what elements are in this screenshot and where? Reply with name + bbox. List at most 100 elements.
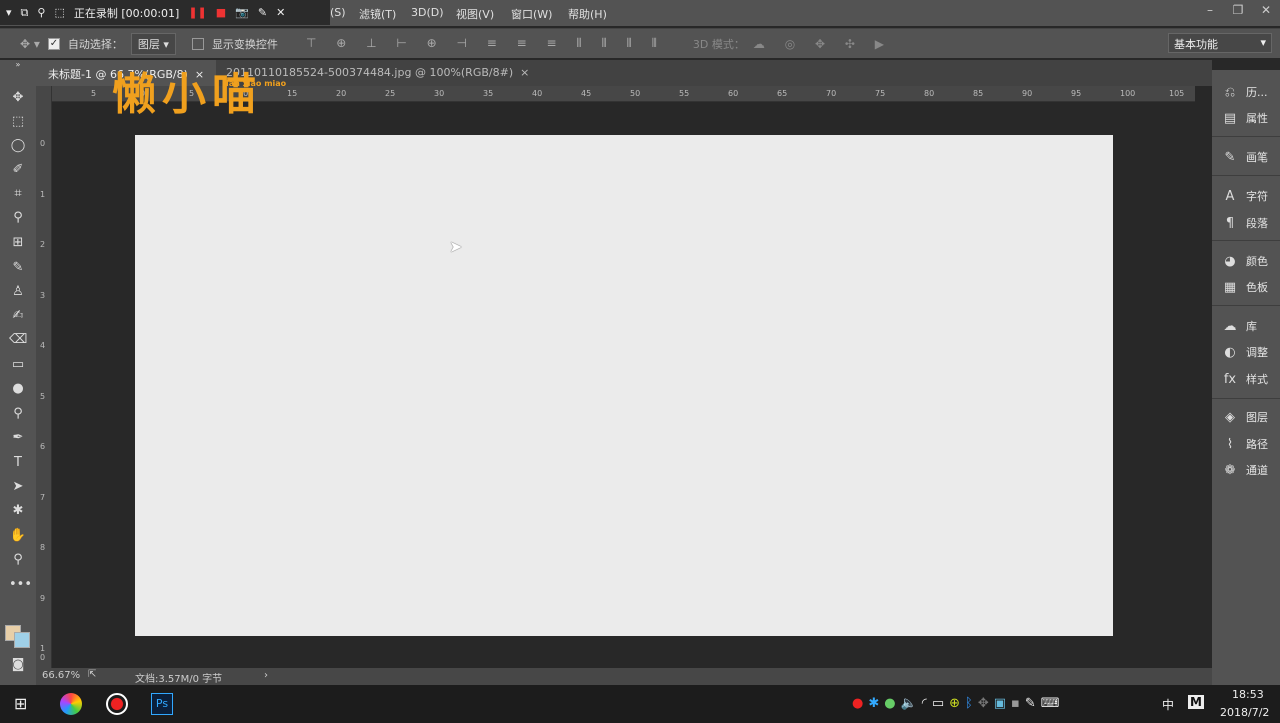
panel-paragraph[interactable]: ¶ 段落 bbox=[1222, 215, 1268, 231]
zoom-tool-icon[interactable]: ⚲ bbox=[9, 552, 27, 567]
volume-icon[interactable]: 🔈 bbox=[901, 696, 922, 711]
stamp-tool-icon[interactable]: ♙ bbox=[9, 284, 27, 299]
blur-tool-icon[interactable]: ● bbox=[9, 381, 27, 396]
menu-view[interactable]: 视图(V) bbox=[456, 6, 494, 22]
quick-select-tool-icon[interactable]: ✐ bbox=[9, 162, 27, 177]
ruler-tick-label: 80 bbox=[924, 89, 935, 98]
type-tool-icon[interactable]: T bbox=[9, 455, 27, 470]
doc-size: 文档:3.57M/0 字节 bbox=[135, 674, 223, 685]
more-tools-icon[interactable]: ••• bbox=[9, 577, 32, 592]
collapse-icon[interactable]: ▾ bbox=[6, 6, 12, 19]
restore-icon[interactable]: ❐ bbox=[1224, 0, 1252, 22]
network-icon[interactable]: ✥ bbox=[978, 696, 994, 711]
eraser-tool-icon[interactable]: ⌫ bbox=[9, 332, 27, 347]
show-transform-checkbox[interactable] bbox=[191, 37, 204, 50]
move-tool-icon[interactable]: ✥ ▾ bbox=[20, 37, 40, 51]
marquee-tool-icon[interactable]: ⬚ bbox=[9, 114, 27, 129]
panel-swatches[interactable]: ▦ 色板 bbox=[1222, 279, 1268, 295]
minimize-icon[interactable]: – bbox=[1196, 0, 1224, 22]
history-brush-tool-icon[interactable]: ✍ bbox=[9, 308, 27, 323]
stop-icon[interactable]: ■ bbox=[216, 6, 226, 19]
panel-color[interactable]: ◕ 颜色 bbox=[1222, 253, 1268, 269]
menu-help[interactable]: 帮助(H) bbox=[568, 6, 607, 22]
keyboard-icon[interactable]: ⌨ bbox=[1041, 696, 1065, 711]
app-icon[interactable] bbox=[60, 693, 82, 715]
ruler-tick-label: 60 bbox=[728, 89, 739, 98]
menu-filter[interactable]: 滤镜(T) bbox=[359, 6, 396, 22]
photoshop-app-icon[interactable]: Ps bbox=[151, 693, 173, 715]
zoom-level[interactable]: 66.67% bbox=[42, 670, 80, 681]
menu-select[interactable]: (S) bbox=[330, 6, 346, 19]
path-select-tool-icon[interactable]: ➤ bbox=[9, 479, 27, 494]
shape-tool-icon[interactable]: ✱ bbox=[9, 503, 27, 518]
panel-layers[interactable]: ◈ 图层 bbox=[1222, 409, 1268, 425]
wifi-icon[interactable]: ◜ bbox=[922, 696, 932, 711]
panel-properties[interactable]: ▤ 属性 bbox=[1222, 110, 1268, 126]
panel-dock: ⎌ 历... ▤ 属性 ✎ 画笔 A 字符 ¶ 段落 ◕ 颜色 ▦ 色板 ☁ 库 ◐ 调整 fx 样式 ◈ 图层 ⌇ 路径 ❁ 通… bbox=[1212, 70, 1280, 685]
gradient-tool-icon[interactable]: ▭ bbox=[9, 357, 27, 372]
panel-brush[interactable]: ✎ 画笔 bbox=[1222, 149, 1268, 165]
watermark-logo: 懒小喵 bbox=[112, 69, 262, 120]
ime-indicator[interactable]: 中 bbox=[1162, 696, 1174, 713]
battery-icon[interactable]: ▭ bbox=[932, 696, 949, 711]
region-icon[interactable]: ⬚ bbox=[54, 6, 64, 19]
app-tray-icon[interactable]: ✱ bbox=[868, 696, 884, 711]
panel-libraries[interactable]: ☁ 库 bbox=[1222, 318, 1258, 334]
hand-tool-icon[interactable]: ✋ bbox=[9, 528, 27, 543]
panel-label: 画笔 bbox=[1246, 151, 1268, 164]
close-window-icon[interactable]: ✕ bbox=[1252, 0, 1280, 22]
auto-select-checkbox[interactable]: ✓ bbox=[47, 37, 60, 50]
expand-icon[interactable]: » bbox=[9, 60, 27, 69]
left-ruler: 0 1 2 3 4 5 6 7 8 9 10 bbox=[36, 86, 52, 668]
auto-select-dropdown[interactable]: 图层 ▾ bbox=[130, 32, 176, 55]
close-tab-icon[interactable]: × bbox=[520, 66, 529, 79]
plus-tray-icon[interactable]: ⊕ bbox=[949, 696, 965, 711]
panel-paths[interactable]: ⌇ 路径 bbox=[1222, 436, 1268, 452]
display-icon[interactable]: ▣ bbox=[994, 696, 1011, 711]
panel-styles[interactable]: fx 样式 bbox=[1222, 371, 1268, 387]
window-icon[interactable]: ⧉ bbox=[21, 6, 29, 20]
wechat-icon[interactable]: ● bbox=[884, 696, 900, 711]
ruler-tick-label: 7 bbox=[40, 492, 46, 502]
close-icon[interactable]: ✕ bbox=[276, 6, 285, 19]
background-color[interactable] bbox=[14, 632, 30, 648]
monitor-icon[interactable]: ▪ bbox=[1011, 696, 1025, 711]
watermark-pinyin: lan xiao miao bbox=[226, 79, 287, 88]
export-icon[interactable]: ⇱ bbox=[88, 669, 96, 680]
move-tool-icon[interactable]: ✥ bbox=[9, 90, 27, 105]
record-tray-icon[interactable]: ● bbox=[852, 696, 868, 711]
bluetooth-icon[interactable]: ᛒ bbox=[965, 696, 978, 711]
workspace-dropdown[interactable]: 基本功能 ▾ bbox=[1168, 33, 1272, 53]
pen-tray-icon[interactable]: ✎ bbox=[1025, 696, 1041, 711]
panel-character[interactable]: A 字符 bbox=[1222, 188, 1268, 204]
pen-icon[interactable]: ✎ bbox=[258, 6, 267, 19]
pen-tool-icon[interactable]: ✒ bbox=[9, 430, 27, 445]
3d-mode-icons[interactable]: ☁ ◎ ✥ ✣ ▶ bbox=[753, 37, 892, 51]
pause-icon[interactable]: ❚❚ bbox=[188, 6, 206, 19]
quick-mask-icon[interactable]: ◙ bbox=[9, 657, 27, 672]
search-icon[interactable]: ⚲ bbox=[37, 6, 45, 19]
clock-date[interactable]: 2018/7/2 bbox=[1220, 706, 1269, 719]
crop-tool-icon[interactable]: ⌗ bbox=[9, 186, 27, 201]
camera-icon[interactable]: 📷 bbox=[235, 6, 249, 19]
dodge-tool-icon[interactable]: ⚲ bbox=[9, 406, 27, 421]
panel-channels[interactable]: ❁ 通道 bbox=[1222, 462, 1268, 478]
brush-tool-icon[interactable]: ✎ bbox=[9, 260, 27, 275]
clock-time[interactable]: 18:53 bbox=[1232, 688, 1264, 701]
healing-tool-icon[interactable]: ⊞ bbox=[9, 235, 27, 250]
recorder-app-icon[interactable] bbox=[106, 693, 128, 715]
menu-3d[interactable]: 3D(D) bbox=[411, 6, 444, 19]
windows-start-icon[interactable]: ⊞ bbox=[14, 694, 27, 713]
panel-history[interactable]: ⎌ 历... bbox=[1222, 84, 1268, 100]
panel-label: 通道 bbox=[1246, 464, 1268, 477]
status-menu-icon[interactable]: › bbox=[264, 670, 268, 681]
document-canvas[interactable] bbox=[135, 135, 1113, 636]
eyedropper-tool-icon[interactable]: ⚲ bbox=[9, 210, 27, 225]
align-icons[interactable]: ⊤ ⊕ ⊥ ⊢ ⊕ ⊣ ≡ ≡ ≡ ⦀ ⦀ ⦀ ⦀ bbox=[306, 36, 665, 51]
tray-icons[interactable]: ●✱●🔈◜▭⊕ᛒ✥▣▪✎⌨ bbox=[852, 696, 1065, 711]
menu-window[interactable]: 窗口(W) bbox=[511, 6, 552, 22]
layers-icon: ◈ bbox=[1225, 409, 1235, 425]
lasso-tool-icon[interactable]: ◯ bbox=[9, 138, 27, 153]
ime-mode[interactable]: M bbox=[1188, 695, 1204, 709]
panel-adjustments[interactable]: ◐ 调整 bbox=[1222, 344, 1268, 360]
